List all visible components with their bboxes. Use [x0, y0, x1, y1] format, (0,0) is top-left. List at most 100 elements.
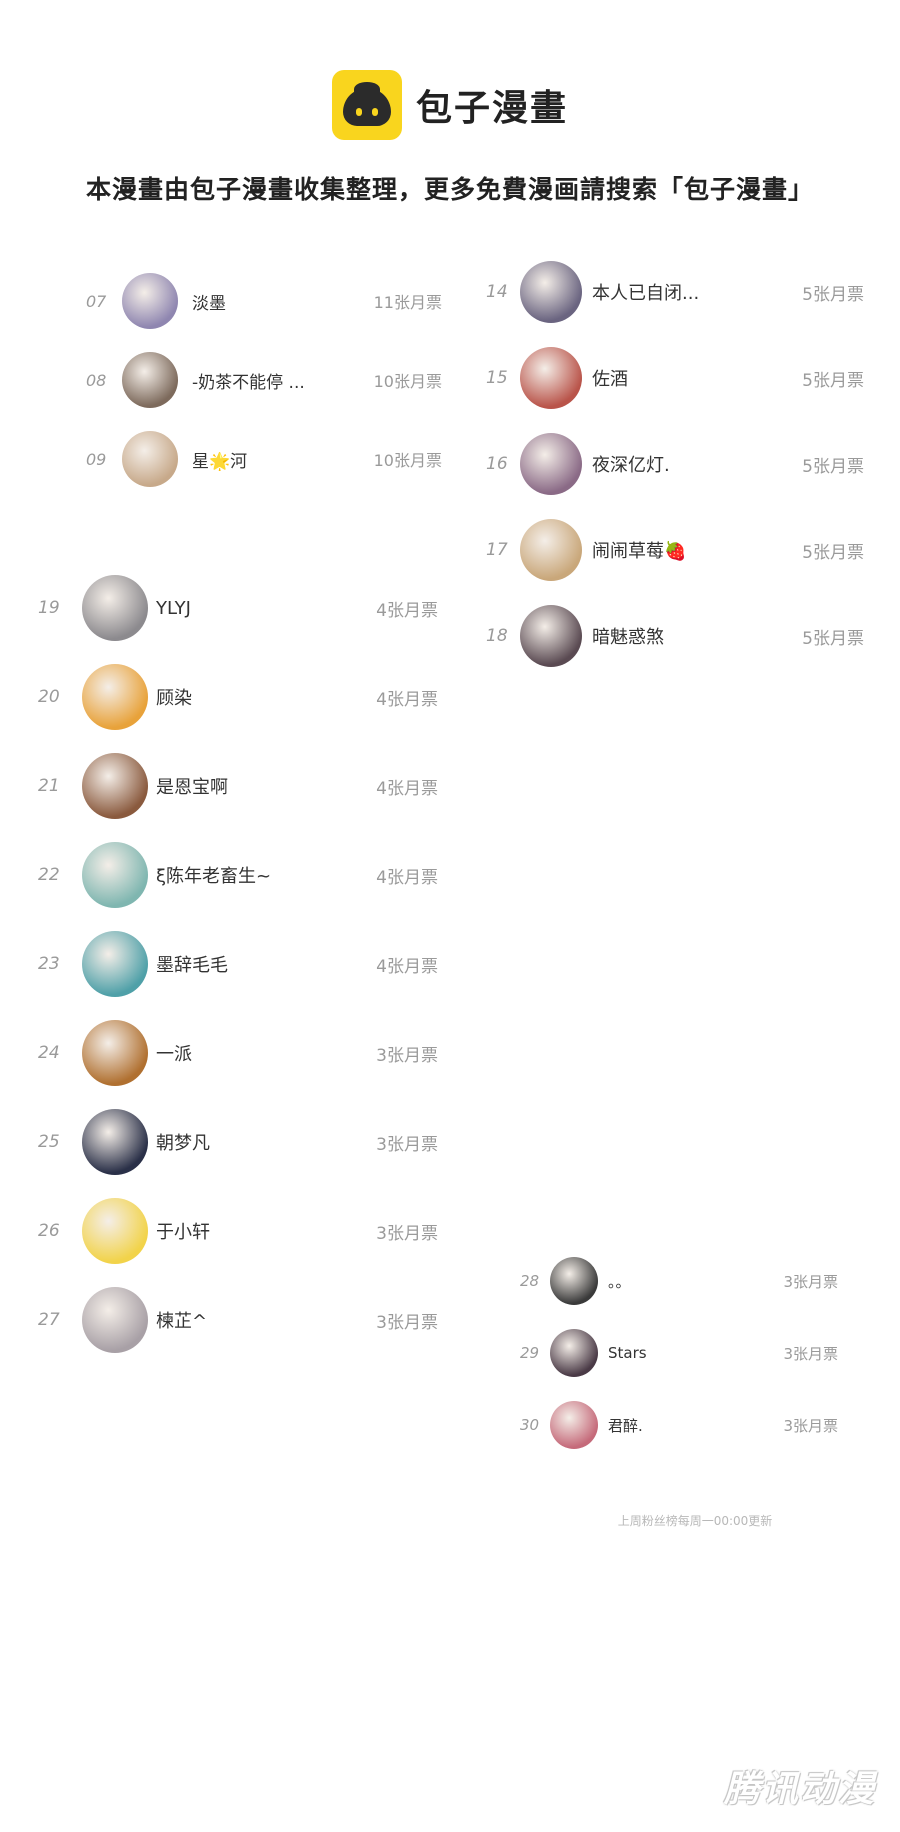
- rank-number: 14: [486, 282, 508, 302]
- ranking-row[interactable]: 25 朝梦凡 3张月票: [38, 1106, 438, 1178]
- vote-count: 3张月票: [376, 1223, 438, 1244]
- vote-count: 5张月票: [802, 542, 864, 563]
- user-name[interactable]: 佐酒: [592, 365, 628, 391]
- avatar[interactable]: [82, 842, 148, 908]
- vote-count: 3张月票: [376, 1134, 438, 1155]
- ranking-row[interactable]: 07 淡墨 11张月票: [86, 268, 442, 334]
- vote-count: 10张月票: [373, 372, 442, 391]
- header: 包子漫畫 本漫畫由包子漫畫收集整理，更多免費漫画請搜索「包子漫畫」: [0, 70, 900, 206]
- user-name[interactable]: 墨辞毛毛: [156, 951, 228, 977]
- ranking-row[interactable]: 23 墨辞毛毛 4张月票: [38, 928, 438, 1000]
- avatar[interactable]: [82, 931, 148, 997]
- ranking-panel-4: 28 。。 3张月票 29 Stars 3张月票 30 君醉. 3张月票: [520, 1252, 838, 1492]
- user-name[interactable]: 星🌟河: [192, 447, 247, 472]
- rank-number: 07: [86, 291, 107, 311]
- user-name[interactable]: ξ陈年老畜生~: [156, 862, 271, 888]
- notice-text: 本漫畫由包子漫畫收集整理，更多免費漫画請搜索「包子漫畫」: [85, 175, 814, 204]
- vote-count: 3张月票: [783, 1344, 838, 1363]
- ranking-row[interactable]: 16 夜深亿灯. 5张月票: [486, 428, 864, 500]
- vote-count: 11张月票: [373, 293, 442, 312]
- rank-number: 16: [486, 454, 508, 474]
- avatar[interactable]: [122, 352, 178, 408]
- avatar[interactable]: [82, 753, 148, 819]
- rank-number: 09: [86, 449, 107, 469]
- ranking-row[interactable]: 24 一派 3张月票: [38, 1017, 438, 1089]
- ranking-row[interactable]: 21 是恩宝啊 4张月票: [38, 750, 438, 822]
- avatar[interactable]: [82, 575, 148, 641]
- avatar[interactable]: [550, 1401, 598, 1449]
- rank-number: 26: [38, 1221, 60, 1241]
- vote-count: 4张月票: [376, 867, 438, 888]
- vote-count: 5张月票: [802, 284, 864, 305]
- rank-number: 18: [486, 626, 508, 646]
- avatar[interactable]: [520, 261, 582, 323]
- rank-number: 24: [38, 1043, 60, 1063]
- user-name[interactable]: 暗魅惑煞: [592, 623, 664, 649]
- avatar[interactable]: [82, 1287, 148, 1353]
- ranking-row[interactable]: 22 ξ陈年老畜生~ 4张月票: [38, 839, 438, 911]
- user-name[interactable]: 。。: [608, 1271, 631, 1292]
- ranking-row[interactable]: 29 Stars 3张月票: [520, 1324, 838, 1382]
- watermark-logo: 腾讯动漫: [723, 1769, 876, 1810]
- rank-number: 15: [486, 368, 508, 388]
- ranking-row[interactable]: 20 顾染 4张月票: [38, 661, 438, 733]
- baozi-logo-icon: [331, 70, 402, 140]
- rank-number: 27: [38, 1310, 60, 1330]
- avatar[interactable]: [520, 347, 582, 409]
- avatar[interactable]: [82, 1109, 148, 1175]
- user-name[interactable]: -奶茶不能停 ...: [192, 368, 305, 393]
- user-name[interactable]: 闹闹草莓🍓: [592, 537, 686, 563]
- vote-count: 4张月票: [376, 778, 438, 799]
- vote-count: 5张月票: [802, 628, 864, 649]
- vote-count: 10张月票: [373, 451, 442, 470]
- vote-count: 5张月票: [802, 456, 864, 477]
- ranking-row[interactable]: 27 楝芷^ 3张月票: [38, 1284, 438, 1356]
- vote-count: 4张月票: [376, 956, 438, 977]
- update-note: 上周粉丝榜每周一00:00更新: [617, 1514, 773, 1528]
- ranking-row[interactable]: 28 。。 3张月票: [520, 1252, 838, 1310]
- ranking-row[interactable]: 09 星🌟河 10张月票: [86, 426, 442, 492]
- rank-number: 28: [520, 1272, 540, 1290]
- rank-number: 19: [38, 598, 60, 618]
- rank-number: 25: [38, 1132, 60, 1152]
- avatar[interactable]: [550, 1257, 598, 1305]
- user-name[interactable]: 本人已自闭...: [592, 279, 699, 305]
- ranking-row[interactable]: 18 暗魅惑煞 5张月票: [486, 600, 864, 672]
- vote-count: 5张月票: [802, 370, 864, 391]
- user-name[interactable]: 夜深亿灯.: [592, 451, 670, 477]
- user-name[interactable]: 一派: [156, 1040, 192, 1066]
- ranking-row[interactable]: 08 -奶茶不能停 ... 10张月票: [86, 347, 442, 413]
- user-name[interactable]: 君醉.: [608, 1415, 643, 1436]
- avatar[interactable]: [82, 1198, 148, 1264]
- rank-number: 22: [38, 865, 60, 885]
- user-name[interactable]: 于小轩: [156, 1218, 210, 1244]
- rank-number: 29: [520, 1344, 540, 1362]
- user-name[interactable]: 朝梦凡: [156, 1129, 210, 1155]
- ranking-row[interactable]: 15 佐酒 5张月票: [486, 342, 864, 414]
- rank-number: 23: [38, 954, 60, 974]
- avatar[interactable]: [82, 664, 148, 730]
- avatar[interactable]: [122, 431, 178, 487]
- user-name[interactable]: YLYJ: [156, 598, 191, 619]
- avatar[interactable]: [122, 273, 178, 329]
- user-name[interactable]: 楝芷^: [156, 1307, 207, 1333]
- avatar[interactable]: [550, 1329, 598, 1377]
- brand-name: 包子漫畫: [415, 88, 568, 129]
- ranking-row[interactable]: 14 本人已自闭... 5张月票: [486, 256, 864, 328]
- ranking-row[interactable]: 17 闹闹草莓🍓 5张月票: [486, 514, 864, 586]
- ranking-row[interactable]: 26 于小轩 3张月票: [38, 1195, 438, 1267]
- user-name[interactable]: 淡墨: [192, 289, 226, 314]
- rank-number: 21: [38, 776, 60, 796]
- avatar[interactable]: [520, 519, 582, 581]
- ranking-row[interactable]: 19 YLYJ 4张月票: [38, 572, 438, 644]
- user-name[interactable]: 顾染: [156, 684, 192, 710]
- avatar[interactable]: [82, 1020, 148, 1086]
- avatar[interactable]: [520, 605, 582, 667]
- ranking-panel-1: 07 淡墨 11张月票 08 -奶茶不能停 ... 10张月票 09 星🌟河 10张月票: [86, 268, 442, 508]
- avatar[interactable]: [520, 433, 582, 495]
- user-name[interactable]: Stars: [608, 1344, 647, 1362]
- vote-count: 3张月票: [376, 1045, 438, 1066]
- ranking-row[interactable]: 30 君醉. 3张月票: [520, 1396, 838, 1454]
- user-name[interactable]: 是恩宝啊: [156, 773, 228, 799]
- rank-number: 17: [486, 540, 508, 560]
